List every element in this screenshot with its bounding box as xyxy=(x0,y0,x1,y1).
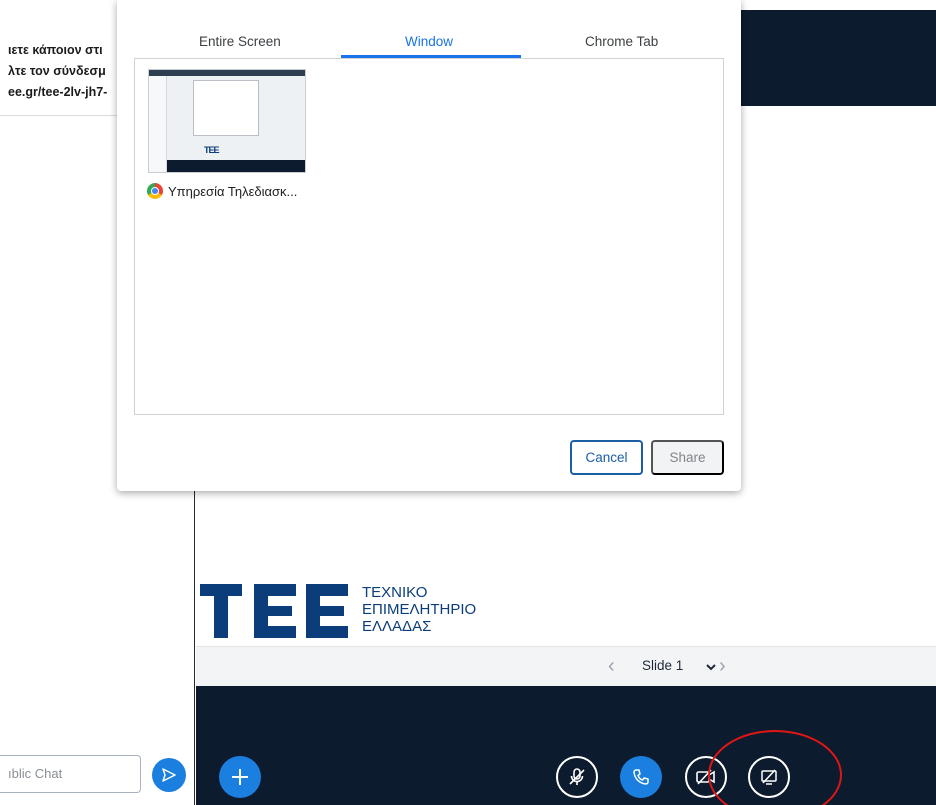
previous-slide-button[interactable]: ‹ xyxy=(608,655,615,678)
chevron-down-icon[interactable] xyxy=(705,661,717,673)
chat-message-input[interactable]: ıblic Chat xyxy=(0,755,141,793)
thumb-actionbar xyxy=(167,160,305,172)
phone-icon xyxy=(633,769,649,785)
window-title-text: Υπηρεσία Τηλεδιασκ... xyxy=(168,183,298,199)
org-line-2: ΕΠΙΜΕΛΗΤΗΡΙΟ xyxy=(362,601,477,618)
org-line-1: ΤΕΧΝΙΚΟ xyxy=(362,584,428,601)
window-item-title[interactable]: Υπηρεσία Τηλεδιασκ... xyxy=(147,183,297,199)
share-screen-dialog: Entire Screen Window Chrome Tab TEE Υπηρ… xyxy=(117,0,741,491)
slide-navigation-bar xyxy=(196,646,936,686)
thumb-logo: TEE xyxy=(204,145,219,155)
unmute-button[interactable] xyxy=(556,756,598,798)
window-thumbnail[interactable]: TEE xyxy=(148,69,306,173)
next-slide-button[interactable]: › xyxy=(719,655,726,678)
thumb-sidebar xyxy=(149,76,167,172)
share-source-tabs: Entire Screen Window Chrome Tab xyxy=(117,28,741,58)
microphone-muted-icon xyxy=(569,768,585,785)
thumb-dialog xyxy=(193,80,259,136)
chrome-icon xyxy=(147,183,163,199)
tee-logo xyxy=(200,584,348,638)
organization-name: ΤΕΧΝΙΚΟ ΕΠΙΜΕΛΗΤΗΡΙΟ ΕΛΛΑΔΑΣ xyxy=(362,584,476,635)
tab-window[interactable]: Window xyxy=(405,34,453,49)
top-navbar xyxy=(740,10,936,106)
send-message-button[interactable] xyxy=(152,758,186,792)
app-root: ιετε κάποιον στι λτε τον σύνδεσμ ee.gr/t… xyxy=(0,0,936,805)
cancel-button[interactable]: Cancel xyxy=(570,440,643,475)
thumb-titlebar xyxy=(149,70,305,76)
tab-entire-screen[interactable]: Entire Screen xyxy=(199,34,281,49)
org-line-3: ΕΛΛΑΔΑΣ xyxy=(362,618,432,635)
dialog-header-fragment xyxy=(127,0,487,4)
share-button[interactable]: Share xyxy=(651,440,724,475)
slide-selector[interactable]: Slide 1 xyxy=(642,658,683,673)
actions-menu-button[interactable] xyxy=(219,756,261,798)
leave-audio-button[interactable] xyxy=(620,756,662,798)
send-icon xyxy=(162,768,176,782)
plus-icon xyxy=(232,769,248,785)
window-picker-list: TEE Υπηρεσία Τηλεδιασκ... xyxy=(134,58,724,415)
tab-chrome-tab[interactable]: Chrome Tab xyxy=(585,34,658,49)
